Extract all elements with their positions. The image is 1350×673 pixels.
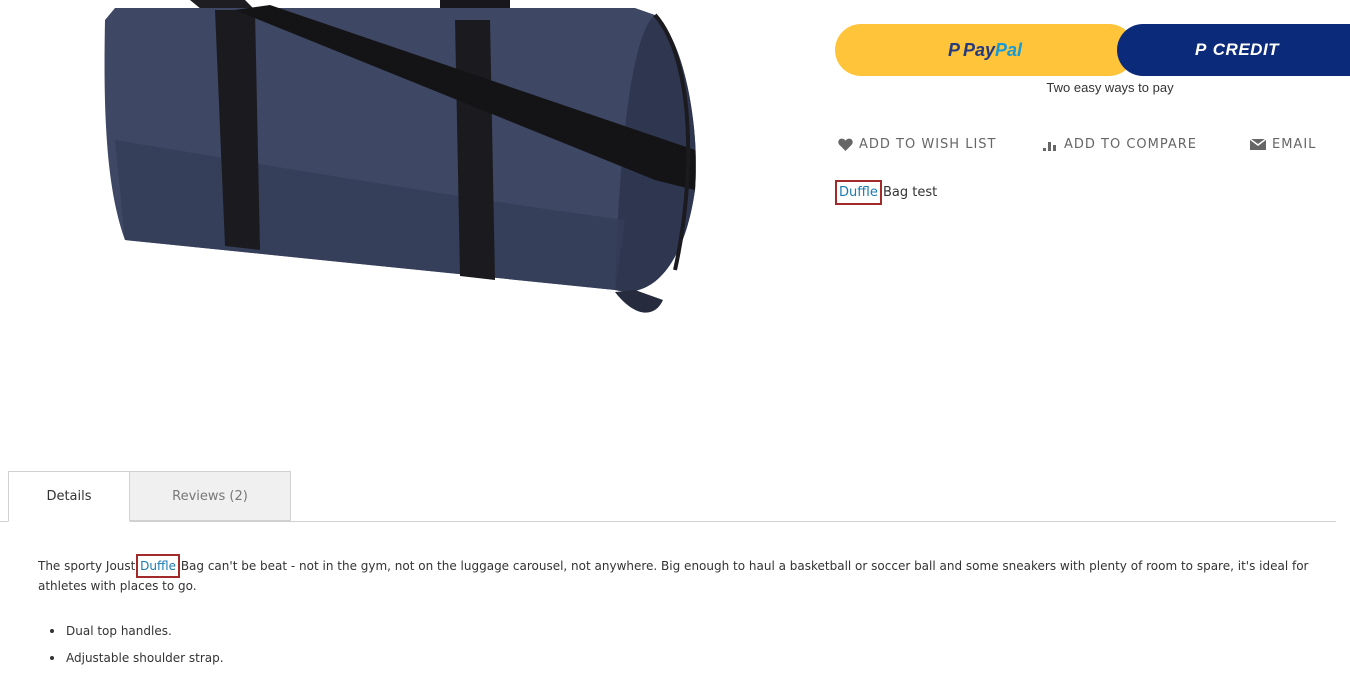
feature-text: Adjustable shoulder strap. [66,650,224,665]
email-label: EMAIL [1272,137,1317,152]
description-text-end: Bag can't be beat - not in the gym, not … [38,559,1309,593]
short-description: Duffle Bag test [835,180,938,205]
description-text-start: The sporty Joust [38,559,140,573]
list-item: Dual top handles. [38,617,224,644]
product-description: The sporty Joust Duffle Bag can't be bea… [38,554,1338,596]
tabs-divider [0,521,1336,522]
payment-tagline: Two easy ways to pay [1046,80,1174,95]
tab-details[interactable]: Details [8,471,130,522]
list-item: Adjustable shoulder strap. [38,644,224,671]
heart-icon [838,138,853,151]
add-to-wishlist-link[interactable]: ADD TO WISH LIST [838,137,996,152]
envelope-icon [1250,139,1266,150]
product-image[interactable] [95,0,705,320]
wishlist-label: ADD TO WISH LIST [859,137,997,152]
paypal-brand-pay: Pay [962,39,995,60]
add-to-compare-link[interactable]: ADD TO COMPARE [1043,137,1197,152]
paypal-brand-pal: Pal [995,39,1023,60]
paypal-button[interactable]: P Pay Pal [835,24,1135,76]
feature-text: Dual top handles. [66,623,172,638]
paypal-logo-icon: P [947,39,960,60]
compare-label: ADD TO COMPARE [1064,137,1198,152]
bullet-icon [50,628,54,633]
bullet-icon [50,655,54,660]
highlighted-keyword: Duffle [136,554,180,578]
paypal-logo-icon: P [1194,40,1207,59]
credit-label: CREDIT [1212,40,1280,59]
short-description-text: Bag test [882,185,938,200]
highlighted-keyword: Duffle [835,180,882,205]
email-link[interactable]: EMAIL [1250,137,1316,152]
paypal-credit-button[interactable]: P CREDIT [1117,24,1350,76]
bar-chart-icon [1043,138,1058,151]
tab-reviews[interactable]: Reviews (2) [129,471,291,521]
feature-list: Dual top handles. Adjustable shoulder st… [38,617,224,671]
